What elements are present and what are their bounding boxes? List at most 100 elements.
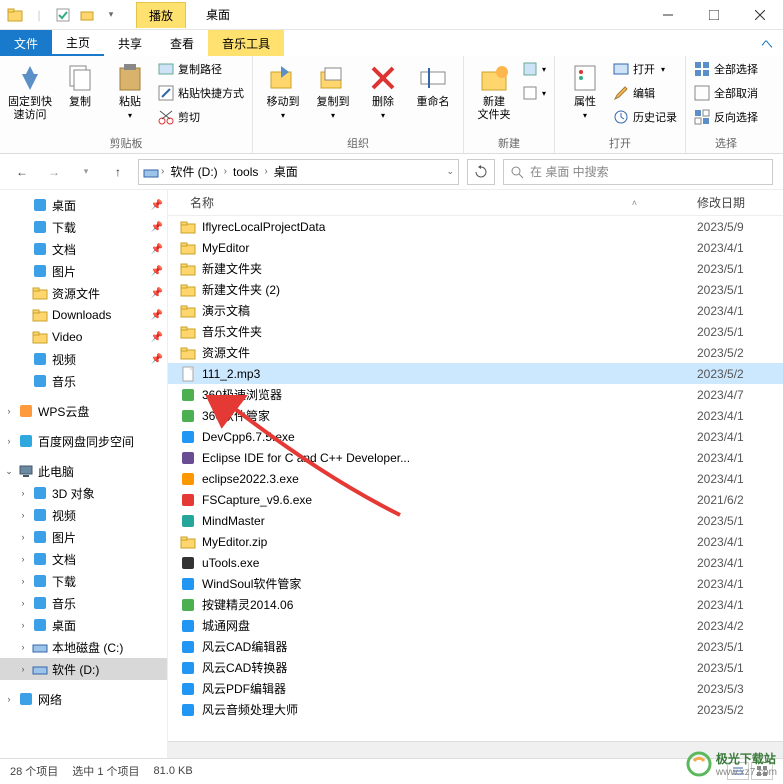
- nav-item-图片[interactable]: ›图片: [0, 526, 167, 548]
- nav-item-图片[interactable]: 图片📌: [0, 260, 167, 282]
- paste-shortcut-button[interactable]: 粘贴快捷方式: [158, 82, 244, 104]
- column-date[interactable]: 修改日期: [697, 194, 783, 211]
- file-row[interactable]: FSCapture_v9.6.exe2021/6/2: [168, 489, 783, 510]
- expander-icon[interactable]: ⌄: [4, 466, 14, 477]
- file-row[interactable]: 360软件管家2023/4/1: [168, 405, 783, 426]
- file-row[interactable]: 新建文件夹2023/5/1: [168, 258, 783, 279]
- new-folder-button[interactable]: 新建 文件夹: [472, 58, 516, 122]
- search-input[interactable]: 在 桌面 中搜索: [503, 159, 773, 185]
- chevron-right-icon[interactable]: ›: [224, 166, 227, 177]
- expander-icon[interactable]: ›: [18, 664, 28, 674]
- file-row[interactable]: 111_2.mp32023/5/2: [168, 363, 783, 384]
- nav-item-资源文件[interactable]: 资源文件📌: [0, 282, 167, 304]
- file-row[interactable]: 演示文稿2023/4/1: [168, 300, 783, 321]
- expander-icon[interactable]: ›: [18, 510, 28, 520]
- tab-share[interactable]: 共享: [104, 30, 156, 56]
- new-item-button[interactable]: ▾: [522, 58, 546, 80]
- expander-icon[interactable]: ›: [18, 488, 28, 498]
- edit-button[interactable]: 编辑: [613, 82, 677, 104]
- easy-access-button[interactable]: ▾: [522, 82, 546, 104]
- qat-folder-icon[interactable]: [78, 6, 96, 24]
- nav-item-下载[interactable]: ›下载: [0, 570, 167, 592]
- nav-back-button[interactable]: ←: [10, 160, 34, 184]
- history-button[interactable]: 历史记录: [613, 106, 677, 128]
- nav-item-本地磁盘 (C:)[interactable]: ›本地磁盘 (C:): [0, 636, 167, 658]
- breadcrumb[interactable]: › 软件 (D:) › tools › 桌面 ⌄: [138, 159, 459, 185]
- pin-quick-access-button[interactable]: 固定到快 速访问: [8, 58, 52, 122]
- expander-icon[interactable]: ›: [18, 598, 28, 608]
- nav-item-此电脑[interactable]: ⌄此电脑: [0, 460, 167, 482]
- nav-item-桌面[interactable]: ›桌面: [0, 614, 167, 636]
- copy-button[interactable]: 复制: [58, 58, 102, 109]
- nav-item-下载[interactable]: 下载📌: [0, 216, 167, 238]
- expander-icon[interactable]: ›: [18, 576, 28, 586]
- file-row[interactable]: 城通网盘2023/4/2: [168, 615, 783, 636]
- nav-item-WPS云盘[interactable]: ›WPS云盘: [0, 400, 167, 422]
- nav-history-dropdown[interactable]: ▾: [74, 160, 98, 184]
- nav-item-桌面[interactable]: 桌面📌: [0, 194, 167, 216]
- file-row[interactable]: uTools.exe2023/4/1: [168, 552, 783, 573]
- paste-button[interactable]: 粘贴 ▾: [108, 58, 152, 121]
- nav-item-视频[interactable]: ›视频: [0, 504, 167, 526]
- file-row[interactable]: IflyrecLocalProjectData2023/5/9: [168, 216, 783, 237]
- nav-item-音乐[interactable]: ›音乐: [0, 592, 167, 614]
- navigation-pane[interactable]: 桌面📌下载📌文档📌图片📌资源文件📌Downloads📌Video📌视频📌音乐 ›W…: [0, 190, 168, 758]
- nav-item-文档[interactable]: ›文档: [0, 548, 167, 570]
- nav-item-网络[interactable]: ›网络: [0, 688, 167, 710]
- file-row[interactable]: MyEditor2023/4/1: [168, 237, 783, 258]
- nav-up-button[interactable]: ↑: [106, 160, 130, 184]
- file-row[interactable]: 新建文件夹 (2)2023/5/1: [168, 279, 783, 300]
- file-row[interactable]: WindSoul软件管家2023/4/1: [168, 573, 783, 594]
- file-row[interactable]: 音乐文件夹2023/5/1: [168, 321, 783, 342]
- refresh-button[interactable]: [467, 159, 495, 185]
- expander-icon[interactable]: ›: [18, 554, 28, 564]
- tab-music-tools[interactable]: 音乐工具: [208, 30, 284, 56]
- file-row[interactable]: 风云CAD转换器2023/5/1: [168, 657, 783, 678]
- copy-path-button[interactable]: 复制路径: [158, 58, 244, 80]
- invert-selection-button[interactable]: 反向选择: [694, 106, 758, 128]
- nav-item-视频[interactable]: 视频📌: [0, 348, 167, 370]
- nav-item-文档[interactable]: 文档📌: [0, 238, 167, 260]
- file-row[interactable]: 360极速浏览器2023/4/7: [168, 384, 783, 405]
- close-button[interactable]: [737, 0, 783, 30]
- copy-to-button[interactable]: 复制到▾: [311, 58, 355, 121]
- nav-item-Downloads[interactable]: Downloads📌: [0, 304, 167, 326]
- file-row[interactable]: Eclipse IDE for C and C++ Developer...20…: [168, 447, 783, 468]
- select-all-button[interactable]: 全部选择: [694, 58, 758, 80]
- file-row[interactable]: 风云音频处理大师2023/5/2: [168, 699, 783, 720]
- breadcrumb-seg-1[interactable]: 软件 (D:): [166, 163, 221, 180]
- breadcrumb-dropdown-icon[interactable]: ⌄: [446, 166, 454, 177]
- breadcrumb-seg-2[interactable]: tools: [229, 165, 262, 179]
- select-none-button[interactable]: 全部取消: [694, 82, 758, 104]
- rename-button[interactable]: 重命名: [411, 58, 455, 109]
- tab-file[interactable]: 文件: [0, 30, 52, 56]
- minimize-button[interactable]: [645, 0, 691, 30]
- maximize-button[interactable]: [691, 0, 737, 30]
- qat-dropdown-icon[interactable]: ▾: [102, 6, 120, 24]
- expander-icon[interactable]: ›: [4, 406, 14, 416]
- file-row[interactable]: 按键精灵2014.062023/4/1: [168, 594, 783, 615]
- tab-home[interactable]: 主页: [52, 30, 104, 56]
- expander-icon[interactable]: ›: [4, 436, 14, 446]
- expander-icon[interactable]: ›: [4, 694, 14, 704]
- delete-button[interactable]: 删除▾: [361, 58, 405, 121]
- nav-item-百度网盘同步空间[interactable]: ›百度网盘同步空间: [0, 430, 167, 452]
- nav-item-Video[interactable]: Video📌: [0, 326, 167, 348]
- move-to-button[interactable]: 移动到▾: [261, 58, 305, 121]
- nav-item-3D 对象[interactable]: ›3D 对象: [0, 482, 167, 504]
- file-row[interactable]: MindMaster2023/5/1: [168, 510, 783, 531]
- nav-item-音乐[interactable]: 音乐: [0, 370, 167, 392]
- expander-icon[interactable]: ›: [18, 532, 28, 542]
- file-row[interactable]: 资源文件2023/5/2: [168, 342, 783, 363]
- ribbon-collapse-icon[interactable]: へ: [751, 30, 783, 56]
- tab-view[interactable]: 查看: [156, 30, 208, 56]
- qat-check-icon[interactable]: [54, 6, 72, 24]
- chevron-right-icon[interactable]: ›: [264, 166, 267, 177]
- properties-button[interactable]: 属性▾: [563, 58, 607, 121]
- cut-button[interactable]: 剪切: [158, 106, 244, 128]
- file-row[interactable]: MyEditor.zip2023/4/1: [168, 531, 783, 552]
- open-button[interactable]: 打开▾: [613, 58, 677, 80]
- column-name[interactable]: 名称˄: [168, 194, 697, 211]
- nav-forward-button[interactable]: →: [42, 160, 66, 184]
- breadcrumb-seg-3[interactable]: 桌面: [270, 163, 302, 180]
